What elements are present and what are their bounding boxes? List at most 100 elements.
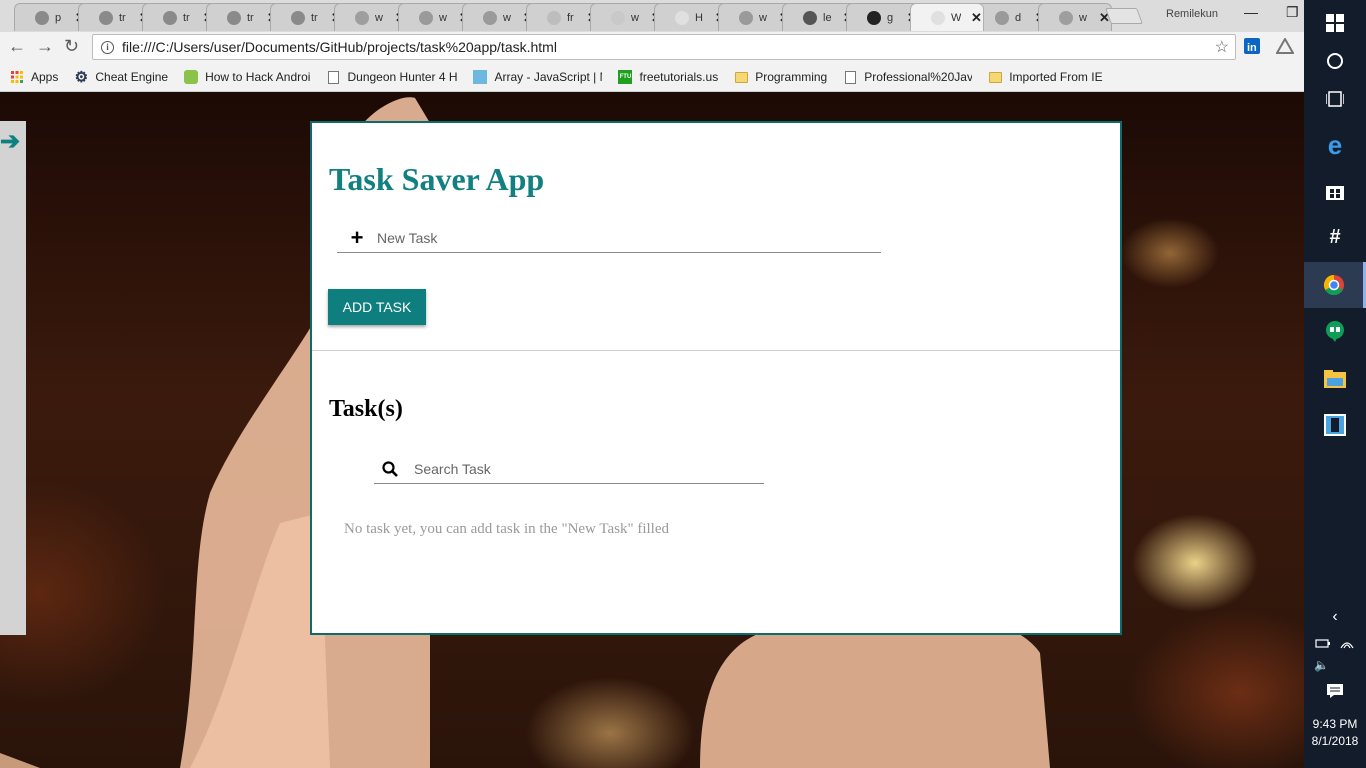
bookmark-item[interactable]: FTU freetutorials.us — [618, 70, 718, 84]
browser-tab[interactable]: fr✕ — [526, 3, 600, 31]
restore-icon[interactable]: ❐ — [1286, 4, 1299, 21]
taskbar-file-explorer[interactable] — [1304, 356, 1366, 402]
browser-toolbar: ← → ↻ i file:///C:/Users/user/Documents/… — [0, 32, 1304, 62]
battery-wifi-icons[interactable] — [1304, 636, 1366, 655]
tab-title: tr — [119, 11, 126, 24]
taskbar-store[interactable] — [1304, 168, 1366, 214]
page-icon — [326, 70, 340, 84]
tab-title: H — [695, 11, 703, 24]
clock-date: 8/1/2018 — [1311, 734, 1359, 748]
back-icon[interactable]: ← — [8, 36, 26, 57]
bookmark-item[interactable]: Dungeon Hunter 4 H — [326, 70, 457, 84]
taskbar-app[interactable] — [1304, 402, 1366, 448]
browser-tab[interactable]: w✕ — [334, 3, 408, 31]
bookmark-label: freetutorials.us — [639, 70, 719, 84]
minimize-icon[interactable]: — — [1244, 4, 1258, 20]
new-task-input[interactable] — [377, 229, 857, 246]
bookmark-label: Dungeon Hunter 4 H — [347, 70, 458, 84]
mdn-icon — [473, 70, 488, 84]
taskbar-clock[interactable]: 9:43 PM 8/1/2018 — [1304, 716, 1366, 750]
arrow-right-icon[interactable]: ➔ — [0, 127, 20, 156]
windows-icon — [1326, 14, 1344, 32]
bookmark-item[interactable]: Programming — [734, 70, 827, 84]
taskbar-chrome[interactable] — [1304, 262, 1366, 308]
volume-icon[interactable]: 🔈 — [1304, 658, 1366, 672]
search-icon — [382, 460, 398, 477]
browser-tab[interactable]: w✕ — [1038, 3, 1112, 31]
search-row — [374, 454, 764, 484]
search-task-input[interactable] — [414, 460, 754, 477]
profile-name[interactable]: Remilekun — [1166, 8, 1218, 20]
forward-icon[interactable]: → — [36, 36, 54, 57]
browser-tab[interactable]: tr✕ — [78, 3, 152, 31]
reload-icon[interactable]: ↻ — [64, 36, 79, 57]
bookmark-label: Programming — [755, 70, 828, 84]
browser-tab[interactable]: W ✕ — [910, 3, 984, 31]
bookmark-item[interactable]: Array - JavaScript | M — [473, 70, 602, 84]
apps-grid-icon — [10, 70, 24, 84]
browser-tab[interactable]: w✕ — [718, 3, 792, 31]
tab-title: tr — [247, 11, 254, 24]
add-task-button[interactable]: ADD TASK — [328, 289, 426, 325]
folder-icon — [734, 70, 748, 84]
browser-tab[interactable]: H✕ — [654, 3, 728, 31]
browser-tab[interactable]: tr✕ — [206, 3, 280, 31]
bookmark-item[interactable]: Apps — [10, 70, 58, 84]
tab-title: fr — [567, 11, 574, 24]
tab-title: w — [503, 11, 511, 24]
tab-title: w — [439, 11, 447, 24]
address-bar[interactable]: i file:///C:/Users/user/Documents/GitHub… — [92, 34, 1236, 60]
gray-circle-icon — [163, 10, 177, 25]
browser-tab[interactable]: tr✕ — [270, 3, 344, 31]
tab-title: w — [759, 11, 767, 24]
tab-title: tr — [311, 11, 318, 24]
task-app-card: Task Saver App + ADD TASK Task(s) No tas… — [310, 121, 1122, 635]
app-window-icon — [1324, 414, 1346, 436]
bookmark-item[interactable]: ⚙ Cheat Engine — [74, 69, 168, 86]
browser-tab[interactable]: g✕ — [846, 3, 920, 31]
action-center-icon[interactable] — [1304, 684, 1366, 701]
code-icon — [803, 10, 817, 25]
side-panel-toggle[interactable]: ➔ — [0, 121, 26, 635]
bookmark-item[interactable]: Professional%20Java — [843, 70, 972, 84]
android-icon — [184, 70, 199, 84]
ftu-icon: FTU — [618, 70, 633, 84]
f-icon — [547, 10, 561, 25]
bookmark-item[interactable]: How to Hack Androi — [184, 70, 310, 84]
bookmark-item[interactable]: Imported From IE — [988, 70, 1103, 84]
browser-tab[interactable]: le✕ — [782, 3, 856, 31]
task-view-icon — [1326, 91, 1344, 107]
show-hidden-icons-chevron-icon[interactable]: ‹ — [1304, 608, 1366, 626]
plus-icon: + — [350, 224, 364, 250]
bookmark-star-icon[interactable]: ☆ — [1215, 37, 1229, 57]
taskbar-slack[interactable]: # — [1304, 214, 1366, 260]
browser-tab[interactable]: d✕ — [974, 3, 1048, 31]
windows-taskbar: e # ‹ 🔈 9:43 PM 8/1/2018 — [1304, 0, 1366, 768]
browser-tab[interactable]: w✕ — [398, 3, 472, 31]
browser-tab[interactable]: p✕ — [14, 3, 88, 31]
cheat-engine-icon: ⚙ — [74, 69, 89, 86]
browser-chrome: p✕tr✕tr✕tr✕tr✕w✕w✕w✕fr✕w✕H✕w✕le✕g✕W✕d✕w✕… — [0, 0, 1304, 92]
gray-circle-icon — [291, 10, 305, 25]
linkedin-extension-icon[interactable]: in — [1244, 38, 1262, 59]
google-icon — [355, 10, 369, 25]
taskbar-hangouts[interactable] — [1304, 308, 1366, 354]
w3-icon — [483, 10, 497, 25]
task-view-button[interactable] — [1304, 76, 1366, 122]
slack-icon: # — [1329, 225, 1341, 248]
taskbar-edge[interactable]: e — [1304, 122, 1366, 168]
browser-tab[interactable]: tr✕ — [142, 3, 216, 31]
browser-tab[interactable]: w✕ — [462, 3, 536, 31]
facebook-icon — [419, 10, 433, 25]
store-icon — [1326, 186, 1344, 200]
tab-title: W — [951, 11, 961, 24]
tab-title: w — [375, 11, 383, 24]
folder-icon — [988, 70, 1002, 84]
new-tab-button[interactable] — [1105, 8, 1143, 24]
gray-circle-icon — [99, 10, 113, 25]
browser-tab[interactable]: w✕ — [590, 3, 664, 31]
drive-extension-icon[interactable] — [1275, 36, 1295, 59]
cortana-circle-icon — [1327, 53, 1343, 69]
close-tab-icon[interactable]: ✕ — [971, 10, 982, 26]
info-icon[interactable]: i — [101, 40, 114, 54]
